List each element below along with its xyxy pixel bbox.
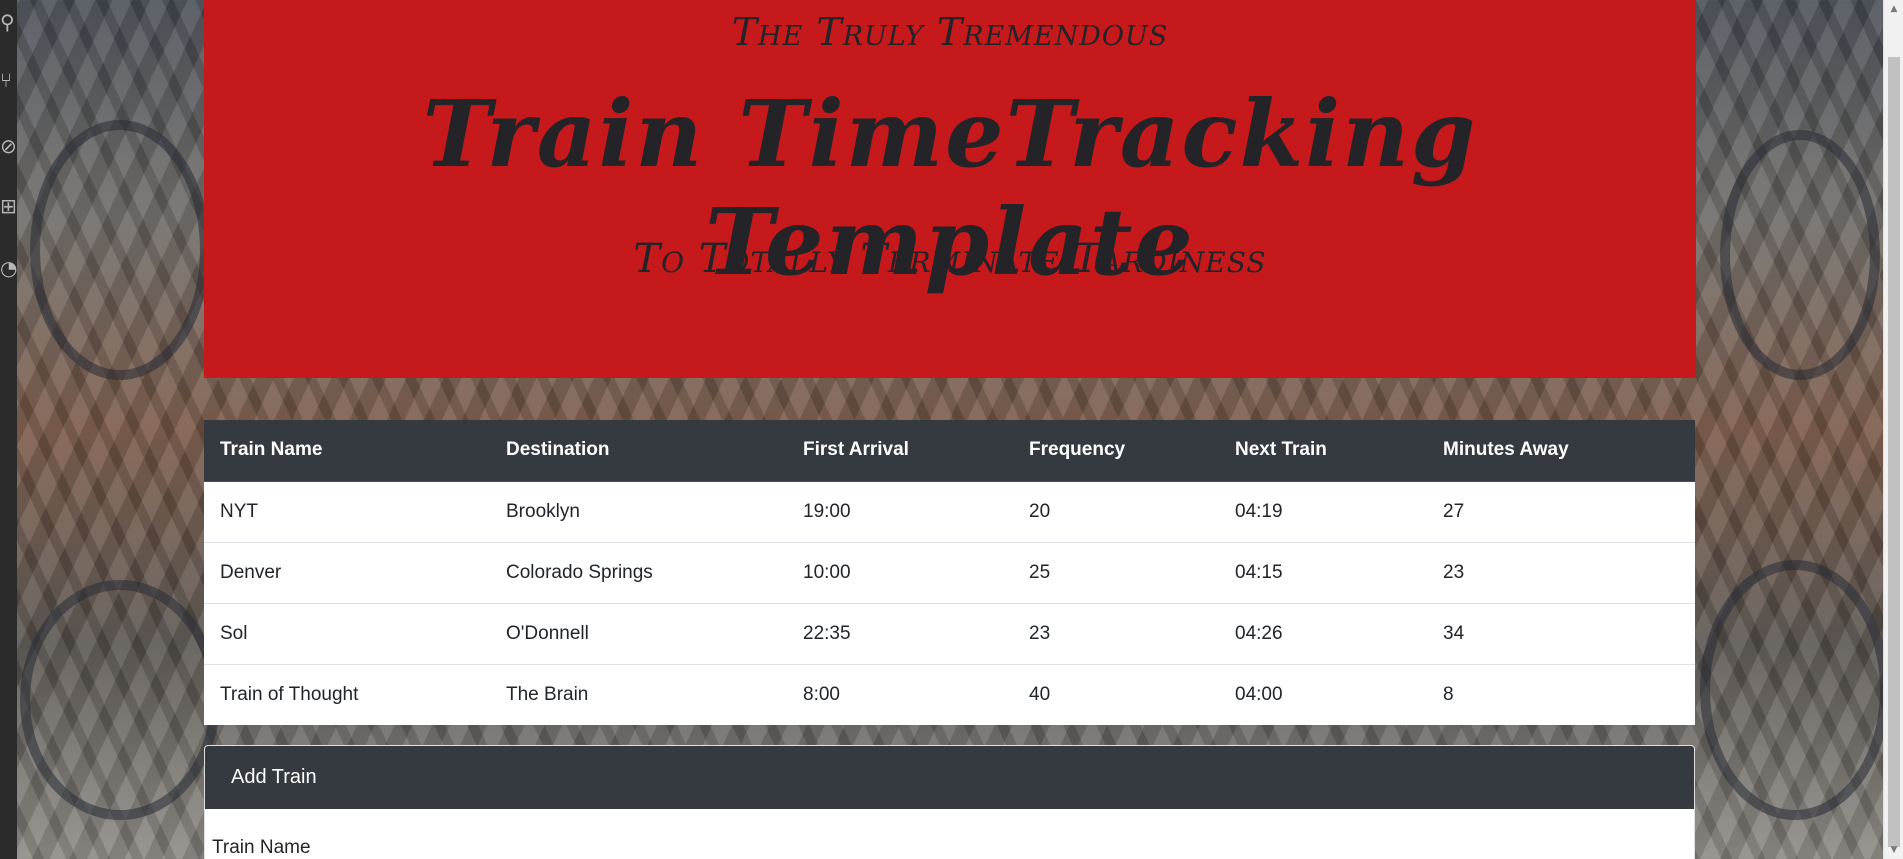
background-arch-left — [30, 120, 210, 380]
background-arch-bottom-right — [1700, 560, 1890, 820]
cell-frequency: 25 — [1013, 541, 1219, 603]
editor-activity-bar: ⚲ ⑂ ⊘ ⊞ ◔ — [0, 0, 17, 859]
cell-next-train: 04:19 — [1219, 480, 1427, 542]
column-header-first-arrival: First Arrival — [787, 420, 1013, 482]
cell-destination: O'Donnell — [490, 602, 787, 664]
train-name-label: Train Name — [212, 837, 311, 858]
debug-icon[interactable]: ⊘ — [0, 132, 17, 160]
remote-icon[interactable]: ◔ — [0, 254, 17, 282]
cell-frequency: 20 — [1013, 480, 1219, 542]
train-schedule-table: Train Name Destination First Arrival Fre… — [204, 420, 1695, 725]
search-icon[interactable]: ⚲ — [0, 8, 17, 36]
table-row: Sol O'Donnell 22:35 23 04:26 34 — [204, 602, 1695, 664]
cell-minutes-away: 23 — [1427, 541, 1695, 603]
cell-first-arrival: 22:35 — [787, 602, 1013, 664]
cell-next-train: 04:00 — [1219, 663, 1427, 725]
cell-destination: The Brain — [490, 663, 787, 725]
cell-destination: Brooklyn — [490, 480, 787, 542]
header-tagline-top: The Truly Tremendous — [731, 10, 1169, 54]
source-control-icon[interactable]: ⑂ — [0, 66, 17, 94]
cell-minutes-away: 27 — [1427, 480, 1695, 542]
scroll-up-arrow-icon[interactable]: ▲ — [1884, 0, 1903, 18]
column-header-minutes-away: Minutes Away — [1427, 420, 1695, 482]
cell-first-arrival: 19:00 — [787, 480, 1013, 542]
cell-first-arrival: 8:00 — [787, 663, 1013, 725]
cell-train-name: NYT — [204, 480, 490, 542]
page-scrollbar[interactable]: ▲ ▼ — [1883, 0, 1903, 859]
add-train-card: Add Train Train Name — [204, 745, 1695, 859]
cell-minutes-away: 8 — [1427, 663, 1695, 725]
header-tagline-bottom: To Totally Terminate Tardiness — [633, 236, 1267, 282]
header-jumbotron: The Truly Tremendous Train TimeTracking … — [204, 0, 1696, 378]
background-arch-bottom-left — [20, 580, 220, 820]
scroll-down-arrow-icon[interactable]: ▼ — [1884, 841, 1903, 859]
column-header-frequency: Frequency — [1013, 420, 1219, 482]
add-train-card-title: Add Train — [205, 746, 1694, 809]
cell-minutes-away: 34 — [1427, 602, 1695, 664]
cell-frequency: 40 — [1013, 663, 1219, 725]
cell-next-train: 04:26 — [1219, 602, 1427, 664]
cell-destination: Colorado Springs — [490, 541, 787, 603]
column-header-next-train: Next Train — [1219, 420, 1427, 482]
cell-first-arrival: 10:00 — [787, 541, 1013, 603]
scrollbar-thumb[interactable] — [1888, 57, 1900, 847]
table-row: Train of Thought The Brain 8:00 40 04:00… — [204, 663, 1695, 725]
table-row: Denver Colorado Springs 10:00 25 04:15 2… — [204, 541, 1695, 603]
cell-frequency: 23 — [1013, 602, 1219, 664]
cell-train-name: Denver — [204, 541, 490, 603]
add-train-form: Train Name — [205, 809, 1694, 859]
table-row: NYT Brooklyn 19:00 20 04:19 27 — [204, 480, 1695, 542]
cell-train-name: Train of Thought — [204, 663, 490, 725]
extensions-icon[interactable]: ⊞ — [0, 192, 17, 220]
cell-next-train: 04:15 — [1219, 541, 1427, 603]
table-header-row: Train Name Destination First Arrival Fre… — [204, 420, 1695, 482]
column-header-destination: Destination — [490, 420, 787, 482]
cell-train-name: Sol — [204, 602, 490, 664]
background-arch-right — [1720, 130, 1880, 380]
column-header-train-name: Train Name — [204, 420, 490, 482]
